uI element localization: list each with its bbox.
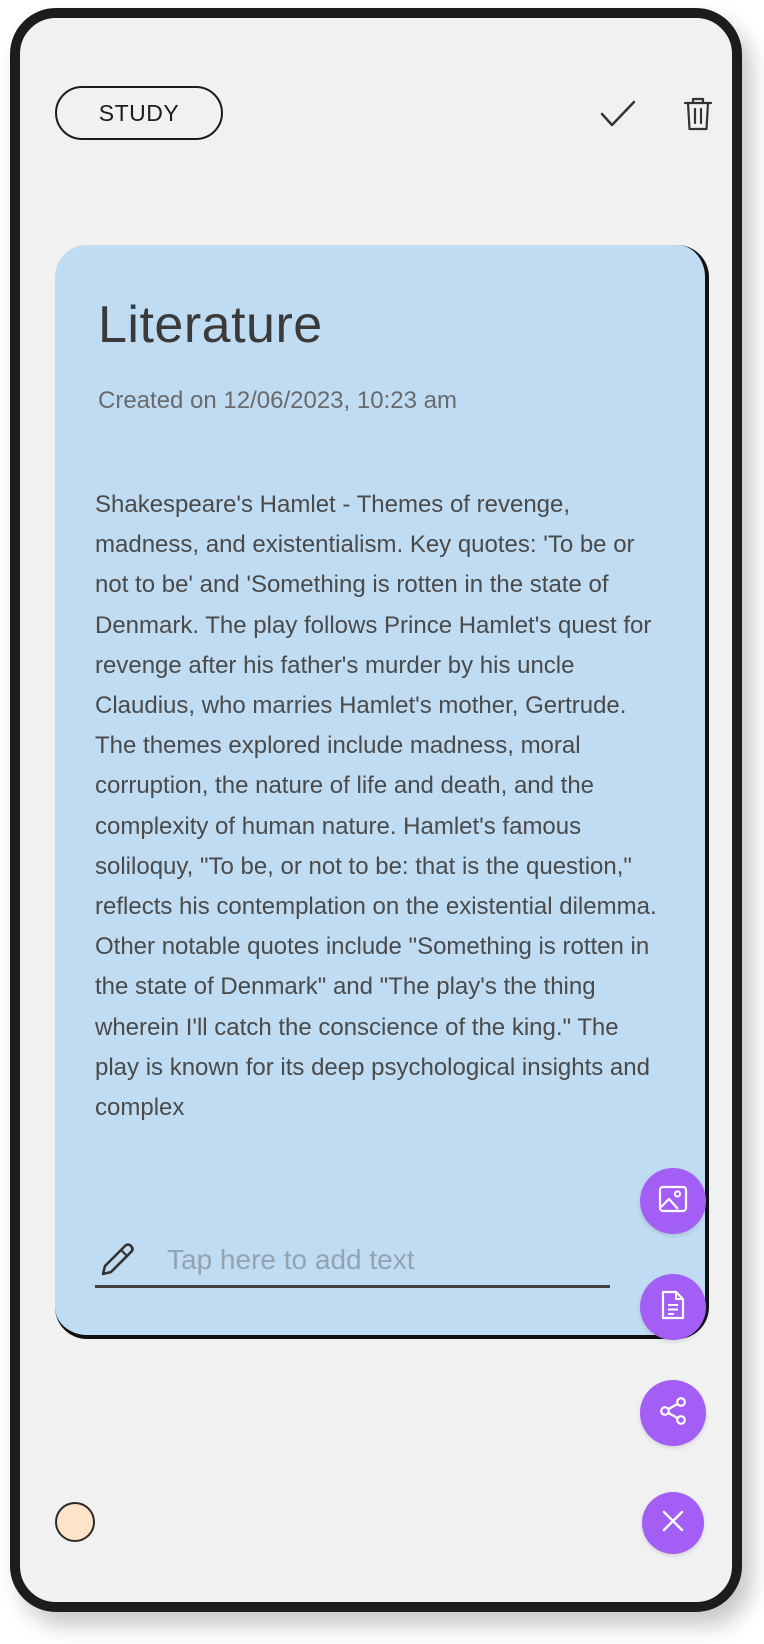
close-icon (661, 1509, 685, 1538)
check-icon[interactable] (596, 92, 640, 136)
add-text-row[interactable] (95, 1235, 610, 1288)
add-document-button[interactable] (640, 1274, 706, 1340)
trash-icon[interactable] (676, 92, 720, 136)
category-label: STUDY (98, 99, 180, 126)
share-button[interactable] (640, 1380, 706, 1446)
note-created-date: Created on 12/06/2023, 10:23 am (98, 387, 457, 414)
add-image-button[interactable] (640, 1168, 706, 1234)
image-icon (658, 1185, 688, 1218)
close-button[interactable] (642, 1492, 704, 1554)
category-chip[interactable]: STUDY (55, 86, 223, 140)
note-body[interactable]: Shakespeare's Hamlet - Themes of revenge… (95, 485, 665, 1128)
note-card: Literature Created on 12/06/2023, 10:23 … (55, 245, 709, 1339)
document-icon (660, 1289, 686, 1326)
add-text-input[interactable] (165, 1243, 569, 1277)
note-title[interactable]: Literature (98, 295, 323, 355)
pencil-icon (95, 1238, 139, 1282)
share-icon (658, 1396, 688, 1431)
color-picker-swatch[interactable] (55, 1502, 95, 1542)
phone-frame: STUDY Literature Created on 12/06/2023, … (10, 8, 742, 1612)
